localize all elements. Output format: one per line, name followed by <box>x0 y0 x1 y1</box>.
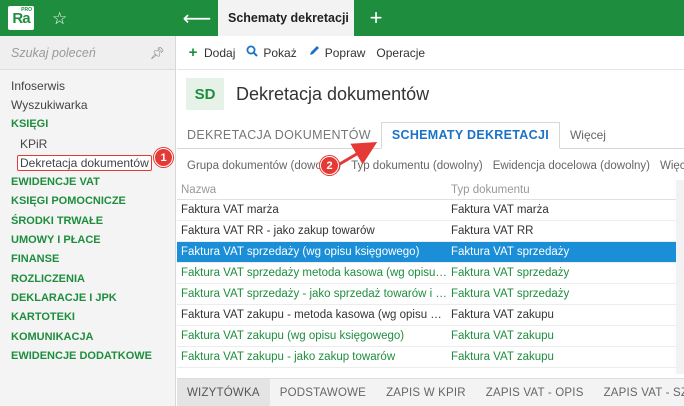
cell-name: Faktura VAT zakupu - metoda kasowa (wg o… <box>181 309 447 321</box>
cell-type: Faktura VAT sprzedaży <box>451 288 570 300</box>
tab-zapis-vat-opis[interactable]: ZAPIS VAT - OPIS <box>476 379 594 406</box>
cell-type: Faktura VAT zakupu <box>451 351 554 363</box>
column-header-name[interactable]: Nazwa <box>177 184 447 196</box>
sidebar-item-komunikacja[interactable]: KOMUNIKACJA <box>0 327 175 346</box>
sidebar-item-dekretacja-dokumentow[interactable]: Dekretacja dokumentów <box>0 153 175 172</box>
sidebar-item-umowy-i-place[interactable]: UMOWY I PŁACE <box>0 230 175 249</box>
table-row[interactable]: Faktura VAT marża Faktura VAT marża <box>177 200 677 221</box>
sidebar-item-ksiegi[interactable]: KSIĘGI <box>0 115 175 134</box>
sidebar-item-srodki-trwale[interactable]: ŚRODKI TRWAŁE <box>0 211 175 230</box>
cell-name: Faktura VAT zakupu (wg opisu księgowego) <box>181 330 405 342</box>
search-icon <box>246 45 259 60</box>
table-row[interactable]: Faktura VAT zakupu - metoda kasowa (wg o… <box>177 305 677 326</box>
operations-label: Operacje <box>376 45 426 60</box>
tab-wizytowka[interactable]: WIZYTÓWKA <box>177 379 270 406</box>
sidebar-item-rozliczenia[interactable]: ROZLICZENIA <box>0 269 175 288</box>
add-label: Dodaj <box>204 45 236 60</box>
plus-icon: + <box>188 44 198 61</box>
main-panel: + Dodaj Pokaż Popraw Operacje SD Dekreta… <box>177 36 684 406</box>
back-arrow-icon[interactable]: ⟵ <box>176 0 218 36</box>
sidebar-item-finanse[interactable]: FINANSE <box>0 250 175 269</box>
cell-name: Faktura VAT zakupu - jako zakup towarów <box>181 351 396 363</box>
table-row[interactable]: Faktura VAT zakupu - jako zakup towarów … <box>177 347 677 368</box>
detail-tabs: WIZYTÓWKA PODSTAWOWE ZAPIS W KPIR ZAPIS … <box>177 378 684 406</box>
cell-name: Faktura VAT marża <box>181 204 279 216</box>
content-tabs: DEKRETACJA DOKUMENTÓW SCHEMATY DEKRETACJ… <box>177 122 684 149</box>
table-header: Nazwa Typ dokumentu <box>177 180 677 200</box>
schemes-table: Nazwa Typ dokumentu Faktura VAT marża Fa… <box>177 180 677 368</box>
tab-dekretacja-dokumentow[interactable]: DEKRETACJA DOKUMENTÓW <box>177 128 381 148</box>
filter-more[interactable]: Więcej <box>660 160 684 172</box>
cell-name: Faktura VAT sprzedaży (wg opisu księgowe… <box>181 246 420 258</box>
filter-document-group[interactable]: Grupa dokumentów (dowolna) <box>187 160 341 172</box>
app-logo[interactable]: Ra PRO <box>8 6 34 30</box>
page-header: SD Dekretacja dokumentów <box>186 78 429 110</box>
page-title: Dekretacja dokumentów <box>236 83 430 104</box>
toolbar: + Dodaj Pokaż Popraw Operacje <box>177 36 684 70</box>
cell-type: Faktura VAT marża <box>451 204 549 216</box>
cell-type: Faktura VAT sprzedaży <box>451 267 570 279</box>
pin-icon[interactable]: 📌︎ <box>150 46 165 60</box>
pencil-icon <box>308 45 320 60</box>
tab-schematy-dekretacji[interactable]: SCHEMATY DEKRETACJI <box>380 122 560 149</box>
add-button[interactable]: + Dodaj <box>187 44 236 61</box>
top-bar: Ra PRO ☆ ⟵ Schematy dekretacji + <box>0 0 684 36</box>
sidebar-item-kartoteki[interactable]: KARTOTEKI <box>0 308 175 327</box>
operations-button[interactable]: Operacje <box>376 46 425 60</box>
logo-area: Ra PRO ☆ <box>0 0 176 36</box>
table-row-selected[interactable]: Faktura VAT sprzedaży (wg opisu księgowe… <box>177 242 677 263</box>
sidebar-item-ewidencje-vat[interactable]: EWIDENCJE VAT <box>0 172 175 191</box>
cell-name: Faktura VAT sprzedaży - jako sprzedaż to… <box>181 288 447 300</box>
cell-type: Faktura VAT zakupu <box>451 309 554 321</box>
page-icon: SD <box>186 78 224 110</box>
tab-zapis-vat-szczegoly[interactable]: ZAPIS VAT - SZCZEGÓŁY <box>594 379 684 406</box>
sidebar-item-deklaracje-i-jpk[interactable]: DEKLARACJE I JPK <box>0 288 175 307</box>
sidebar-item-ewidencje-dodatkowe[interactable]: EWIDENCJE DODATKOWE <box>0 346 175 365</box>
table-row[interactable]: Faktura VAT sprzedaży - jako sprzedaż to… <box>177 284 677 305</box>
cell-type: Faktura VAT RR <box>451 225 534 237</box>
sidebar: Szukaj poleceń 📌︎ Infoserwis Wyszukiwark… <box>0 36 176 406</box>
cell-name: Faktura VAT sprzedaży metoda kasowa (wg … <box>181 267 447 279</box>
filter-bar: Grupa dokumentów (dowolna) Typ dokumentu… <box>177 154 684 178</box>
cell-type: Faktura VAT zakupu <box>451 330 554 342</box>
table-row[interactable]: Faktura VAT RR - jako zakup towarów Fakt… <box>177 221 677 242</box>
tab-zapis-w-kpir[interactable]: ZAPIS W KPIR <box>376 379 476 406</box>
cell-type: Faktura VAT sprzedaży <box>451 246 570 258</box>
table-scrollbar[interactable] <box>676 180 684 374</box>
star-icon[interactable]: ☆ <box>52 10 67 27</box>
table-row[interactable]: Faktura VAT sprzedaży metoda kasowa (wg … <box>177 263 677 284</box>
cell-name: Faktura VAT RR - jako zakup towarów <box>181 225 375 237</box>
sidebar-item-wyszukiwarka[interactable]: Wyszukiwarka <box>0 95 175 114</box>
tab-schematy-dekretacji[interactable]: Schematy dekretacji <box>218 0 354 36</box>
sidebar-item-kpir[interactable]: KPiR <box>0 134 175 153</box>
show-label: Pokaż <box>263 45 297 60</box>
column-header-type[interactable]: Typ dokumentu <box>447 184 677 196</box>
filter-document-type[interactable]: Typ dokumentu (dowolny) <box>351 160 483 172</box>
search-input[interactable]: Szukaj poleceń <box>11 46 96 60</box>
step-2-badge: 2 <box>320 156 339 175</box>
sidebar-item-ksiegi-pomocnicze[interactable]: KSIĘGI POMOCNICZE <box>0 192 175 211</box>
logo-superscript: PRO <box>21 7 32 13</box>
search-commands[interactable]: Szukaj poleceń 📌︎ <box>0 36 175 70</box>
new-tab-plus-icon[interactable]: + <box>354 0 398 36</box>
filter-target-register[interactable]: Ewidencja docelowa (dowolny) <box>493 160 650 172</box>
show-button[interactable]: Pokaż <box>246 45 297 60</box>
tab-more[interactable]: Więcej <box>560 128 616 148</box>
edit-label: Popraw <box>324 45 366 60</box>
edit-button[interactable]: Popraw <box>308 45 366 60</box>
step-1-badge: 1 <box>154 148 173 167</box>
sidebar-item-label: Dekretacja dokumentów <box>17 154 152 171</box>
sidebar-item-infoserwis[interactable]: Infoserwis <box>0 76 175 95</box>
table-row[interactable]: Faktura VAT zakupu (wg opisu księgowego)… <box>177 326 677 347</box>
tab-podstawowe[interactable]: PODSTAWOWE <box>270 379 376 406</box>
sidebar-menu: Infoserwis Wyszukiwarka KSIĘGI KPiR Dekr… <box>0 70 175 365</box>
